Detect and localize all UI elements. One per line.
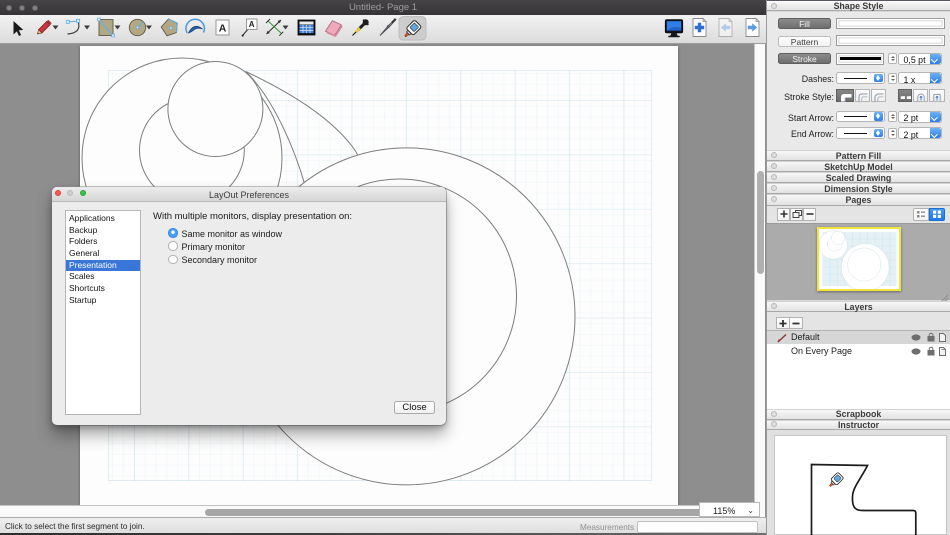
svg-text:A: A (249, 20, 255, 29)
svg-text:A: A (219, 23, 227, 35)
